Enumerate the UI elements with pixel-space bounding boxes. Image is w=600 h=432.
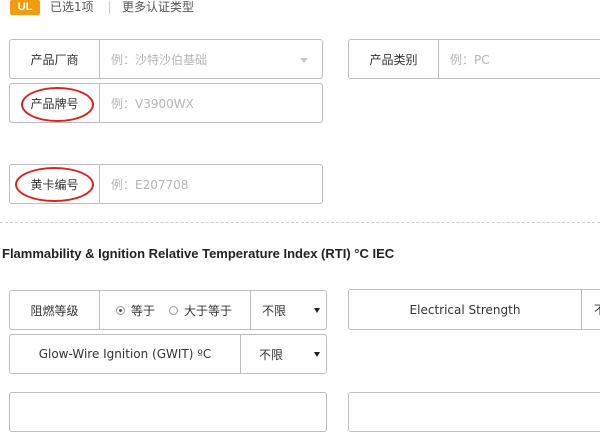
next-filter-row bbox=[9, 392, 327, 432]
electrical-strength-label: Electrical Strength bbox=[349, 290, 582, 329]
gwit-filter: Glow-Wire Ignition (GWIT) ºC 不限 bbox=[9, 334, 327, 374]
option-greater-equal[interactable]: 大于等于 bbox=[169, 302, 232, 319]
next-filter-row bbox=[348, 392, 600, 432]
flame-grade-options: 等于 大于等于 bbox=[108, 291, 251, 329]
manufacturer-input[interactable]: 例：沙特沙伯基础 bbox=[111, 40, 207, 78]
flame-grade-select-value: 不限 bbox=[262, 303, 287, 318]
radio-checked-icon[interactable] bbox=[116, 305, 125, 315]
selected-count: 已选1项 bbox=[50, 0, 94, 14]
red-annotation-circle bbox=[21, 87, 94, 122]
category-field[interactable]: 产品类别 例：PC bbox=[348, 39, 600, 79]
section-divider bbox=[0, 222, 600, 223]
gwit-label: Glow-Wire Ignition (GWIT) ºC bbox=[10, 335, 241, 373]
manufacturer-label: 产品厂商 bbox=[10, 40, 100, 78]
red-annotation-circle bbox=[15, 167, 94, 202]
electrical-strength-select[interactable]: 不 bbox=[594, 290, 600, 329]
category-input[interactable]: 例：PC bbox=[450, 40, 490, 78]
more-cert-types-link[interactable]: 更多认证类型 bbox=[122, 0, 194, 15]
radio-unchecked-icon[interactable] bbox=[169, 305, 179, 315]
section-title: Flammability & Ignition Relative Tempera… bbox=[2, 246, 395, 261]
electrical-strength-filter: Electrical Strength 不 bbox=[348, 289, 600, 330]
caret-down-icon[interactable] bbox=[314, 351, 320, 357]
gwit-select[interactable]: 不限 bbox=[255, 335, 326, 373]
brand-model-input[interactable]: 例：V3900WX bbox=[111, 84, 194, 122]
manufacturer-field[interactable]: 产品厂商 例：沙特沙伯基础 bbox=[9, 39, 323, 79]
flame-grade-filter: 阻燃等级 等于 大于等于 不限 bbox=[9, 290, 327, 330]
option-equal-label: 等于 bbox=[131, 303, 156, 318]
chevron-down-icon[interactable] bbox=[300, 58, 308, 63]
yellow-card-input[interactable]: 例：E207708 bbox=[111, 165, 188, 203]
option-equal[interactable]: 等于 bbox=[116, 302, 155, 319]
flame-grade-select[interactable]: 不限 bbox=[258, 291, 326, 329]
top-divider bbox=[109, 1, 110, 14]
gwit-select-value: 不限 bbox=[259, 347, 284, 362]
flame-grade-label: 阻燃等级 bbox=[10, 291, 100, 329]
caret-down-icon[interactable] bbox=[314, 307, 320, 313]
electrical-strength-select-value: 不 bbox=[594, 301, 600, 318]
ul-badge[interactable]: UL bbox=[10, 0, 40, 15]
category-label: 产品类别 bbox=[349, 40, 439, 78]
option-ge-label: 大于等于 bbox=[184, 303, 233, 318]
